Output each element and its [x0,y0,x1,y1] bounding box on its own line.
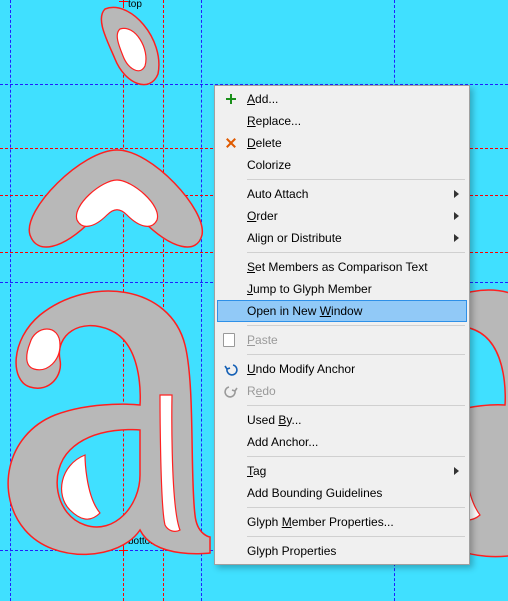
menu-glyph-props-label: Glyph Properties [247,544,336,558]
menu-auto-attach-label: Auto Attach [247,187,308,201]
menu-redo: Redo [217,380,467,402]
menu-delete[interactable]: Delete [217,132,467,154]
menu-add[interactable]: Add... [217,88,467,110]
menu-open-new-window[interactable]: Open in New Window [217,300,467,322]
paste-icon [223,333,235,347]
menu-paste: Paste [217,329,467,351]
glyph-accent-caron [22,140,212,260]
menu-align[interactable]: Align or Distribute [217,227,467,249]
chevron-right-icon [454,212,459,220]
chevron-right-icon [454,190,459,198]
menu-undo[interactable]: Undo Modify Anchor [217,358,467,380]
glyph-accent-top [90,4,190,104]
menu-add-anchor-label: Add Anchor... [247,435,318,449]
menu-colorize[interactable]: Colorize [217,154,467,176]
menu-tag[interactable]: Tag [217,460,467,482]
redo-icon [223,383,239,399]
menu-jump[interactable]: Jump to Glyph Member [217,278,467,300]
menu-used-by[interactable]: Used By... [217,409,467,431]
menu-replace[interactable]: Replace... [217,110,467,132]
menu-align-label: Align or Distribute [247,231,342,245]
undo-icon [223,361,239,377]
chevron-right-icon [454,234,459,242]
menu-set-members[interactable]: Set Members as Comparison Text [217,256,467,278]
context-menu: Add... Replace... Delete Colorize Auto A… [214,85,470,565]
glyph-a-body [0,275,215,575]
menu-glyph-member-props[interactable]: Glyph Member Properties... [217,511,467,533]
menu-glyph-props[interactable]: Glyph Properties [217,540,467,562]
menu-add-anchor[interactable]: Add Anchor... [217,431,467,453]
chevron-right-icon [454,467,459,475]
menu-add-bbox-guidelines[interactable]: Add Bounding Guidelines [217,482,467,504]
menu-colorize-label: Colorize [247,158,291,172]
menu-add-bbox-label: Add Bounding Guidelines [247,486,382,500]
plus-icon [223,91,239,107]
menu-order[interactable]: Order [217,205,467,227]
menu-auto-attach[interactable]: Auto Attach [217,183,467,205]
delete-icon [223,135,239,151]
